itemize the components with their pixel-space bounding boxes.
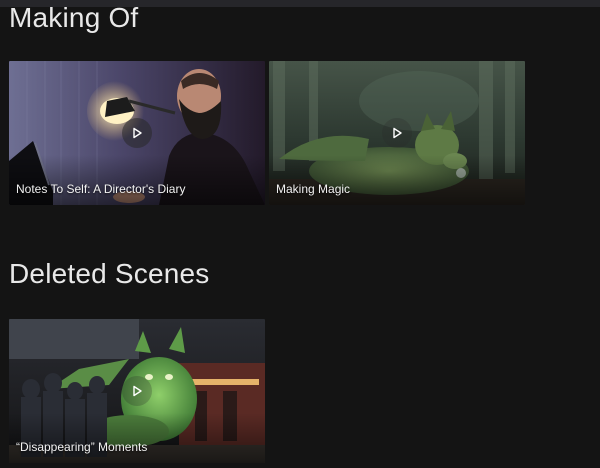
play-button[interactable] — [122, 376, 152, 406]
section-title-making-of: Making Of — [9, 2, 139, 33]
play-icon — [133, 127, 142, 139]
video-card-making-magic[interactable]: Making Magic — [269, 61, 525, 205]
video-card-notes-to-self[interactable]: Notes To Self: A Director's Diary — [9, 61, 265, 205]
section-title-deleted-scenes: Deleted Scenes — [9, 258, 210, 289]
play-icon — [133, 385, 142, 397]
play-icon — [393, 127, 402, 139]
video-title: Making Magic — [276, 182, 351, 196]
label-shade — [269, 155, 525, 205]
label-shade — [9, 413, 265, 463]
play-button[interactable] — [122, 118, 152, 148]
video-title: Notes To Self: A Director's Diary — [16, 182, 186, 196]
label-shade — [9, 155, 265, 205]
video-card-disappearing-moments[interactable]: “Disappearing” Moments — [9, 319, 265, 463]
video-title: “Disappearing” Moments — [16, 440, 148, 454]
play-button[interactable] — [382, 118, 412, 148]
